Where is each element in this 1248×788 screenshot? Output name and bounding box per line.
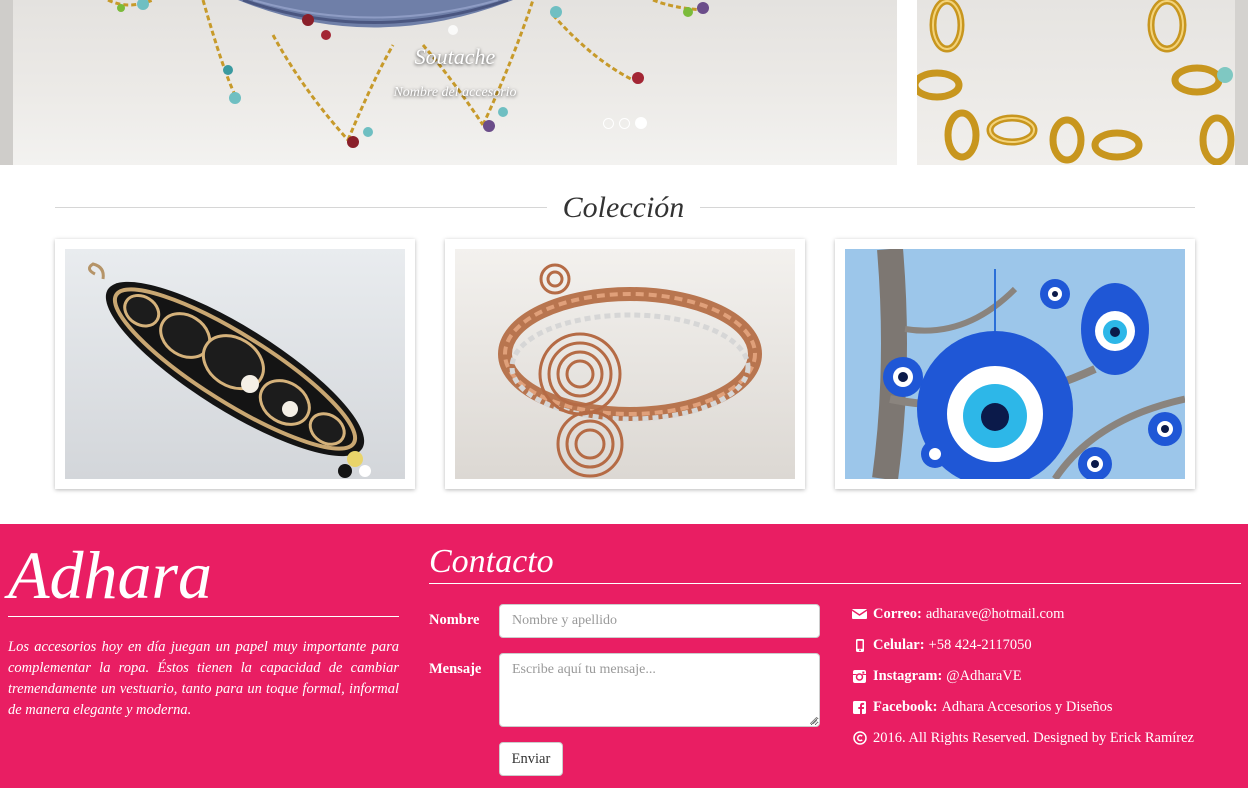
soutache-bracelet-photo: [65, 249, 405, 479]
instagram-icon: [852, 669, 867, 684]
about-text: Los accesorios hoy en día juegan un pape…: [8, 639, 399, 718]
textarea-resize-grip-icon[interactable]: [810, 717, 817, 724]
collection-item-soutache[interactable]: [55, 239, 415, 489]
carousel-slide-active[interactable]: Soutache Nombre del accesorio: [13, 0, 897, 165]
contact-email: Correo: adharave@hotmail.com: [852, 605, 1064, 623]
carousel-caption-subtitle: Nombre del accesorio: [393, 85, 517, 100]
instagram-label: Instagram:: [873, 668, 943, 684]
carousel-indicator-3[interactable]: [635, 117, 647, 129]
evil-eye-charms-photo: [845, 249, 1185, 479]
next-slide-edge: [1235, 0, 1248, 165]
site-footer: Adhara Los accesorios hoy en día juegan …: [0, 524, 1248, 788]
carousel-indicator-2[interactable]: [619, 117, 630, 129]
heading-divider-left: [55, 207, 547, 208]
facebook-icon: [852, 700, 867, 715]
contact-divider: [429, 583, 1241, 584]
phone-value[interactable]: +58 424-2117050: [929, 636, 1032, 654]
slide-gap: [897, 0, 917, 165]
collection-item-wire-bracelet[interactable]: [445, 239, 805, 489]
image-carousel[interactable]: Soutache Nombre del accesorio: [0, 0, 1248, 165]
brand-logo[interactable]: Adhara: [8, 538, 212, 612]
brand-divider: [8, 616, 399, 617]
contact-phone: Celular: +58 424-2117050: [852, 636, 1032, 654]
contact-facebook: Facebook: Adhara Accesorios y Diseños: [852, 698, 1113, 716]
collection-heading: Colección: [55, 190, 1195, 226]
email-value[interactable]: adharave@hotmail.com: [926, 605, 1065, 623]
name-label: Nombre: [429, 612, 480, 628]
send-button[interactable]: Enviar: [499, 742, 563, 776]
facebook-label: Facebook:: [873, 699, 938, 715]
message-textarea[interactable]: [499, 653, 820, 727]
copyright-text: 2016. All Rights Reserved. Designed by E…: [873, 730, 1194, 746]
carousel-slide-next-preview[interactable]: [917, 0, 1235, 165]
copyright-line: 2016. All Rights Reserved. Designed by E…: [852, 729, 1194, 747]
phone-label: Celular:: [873, 637, 925, 653]
heading-divider-right: [700, 207, 1195, 208]
gold-chain-photo: [917, 0, 1235, 165]
email-label: Correo:: [873, 606, 922, 622]
previous-slide-edge: [0, 0, 13, 165]
envelope-icon: [852, 607, 867, 622]
copyright-icon: [852, 731, 867, 746]
collection-item-evil-eye[interactable]: [835, 239, 1195, 489]
copper-wire-bracelet-photo: [455, 249, 795, 479]
mobile-phone-icon: [852, 638, 867, 653]
instagram-value[interactable]: @AdharaVE: [946, 667, 1021, 685]
carousel-indicators: [603, 117, 647, 129]
message-label: Mensaje: [429, 661, 482, 677]
contact-title: Contacto: [429, 543, 554, 580]
necklace-photo: [107, 0, 709, 148]
carousel-caption-title: Soutache: [414, 44, 496, 69]
name-input[interactable]: [499, 604, 820, 638]
carousel-indicator-1[interactable]: [603, 117, 614, 129]
facebook-value[interactable]: Adhara Accesorios y Diseños: [941, 698, 1112, 716]
collection-title: Colección: [562, 191, 685, 224]
contact-instagram: Instagram: @AdharaVE: [852, 667, 1022, 685]
